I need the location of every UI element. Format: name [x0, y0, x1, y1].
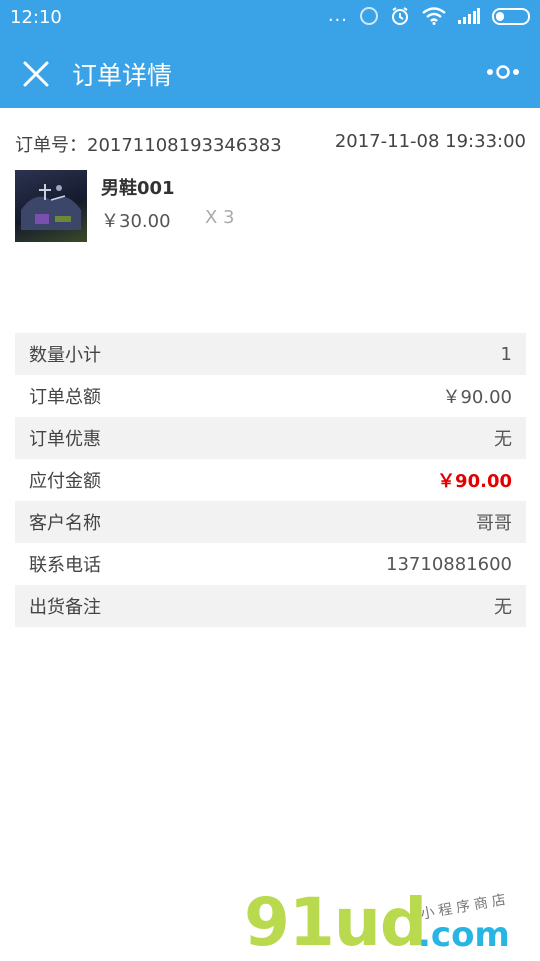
summary-value: ￥90.00: [442, 387, 512, 408]
summary-label: 订单总额: [29, 387, 101, 408]
summary-value: 无: [494, 429, 512, 450]
summary-row-remark: 出货备注 无: [15, 585, 526, 627]
order-number: 订单号：20171108193346383: [15, 135, 282, 156]
summary-row-discount: 订单优惠 无: [15, 417, 526, 459]
product-price: ￥30.00: [101, 211, 171, 232]
status-bar: 12:10 ...: [0, 0, 540, 38]
summary-label: 联系电话: [29, 555, 101, 576]
summary-value: 哥哥: [476, 513, 512, 534]
summary-label: 客户名称: [29, 513, 101, 534]
order-time: 2017-11-08 19:33:00: [334, 131, 526, 152]
order-summary: 数量小计 1 订单总额 ￥90.00 订单优惠 无 应付金额 ￥90.00 客户…: [15, 333, 526, 627]
summary-value: 13710881600: [386, 553, 512, 575]
status-icons: ...: [328, 6, 530, 26]
summary-row-total: 订单总额 ￥90.00: [15, 375, 526, 417]
watermark-domain: .com: [418, 915, 510, 955]
summary-row-customer: 客户名称 哥哥: [15, 501, 526, 543]
summary-row-payable: 应付金额 ￥90.00: [15, 459, 526, 501]
page-title: 订单详情: [72, 61, 173, 90]
summary-value: 1: [500, 343, 512, 365]
summary-label: 订单优惠: [29, 429, 101, 450]
summary-row-quantity: 数量小计 1: [15, 333, 526, 375]
payable-amount: ￥90.00: [437, 471, 512, 492]
product-image[interactable]: [15, 170, 87, 242]
nav-bar: 订单详情: [0, 38, 540, 108]
signal-icon: [458, 8, 480, 24]
status-time: 12:10: [10, 7, 62, 28]
order-header: 订单号：20171108193346383 2017-11-08 19:33:0…: [15, 131, 526, 157]
status-dots: ...: [327, 5, 348, 26]
watermark-logo: 91ud: [244, 884, 427, 961]
battery-icon: [492, 7, 530, 25]
more-icon[interactable]: [484, 62, 522, 82]
product-name: 男鞋001: [101, 178, 175, 199]
close-icon[interactable]: [22, 60, 50, 88]
sync-icon: [360, 7, 378, 25]
wifi-icon: [422, 7, 446, 25]
summary-row-phone: 联系电话 13710881600: [15, 543, 526, 585]
summary-value: 无: [494, 597, 512, 618]
alarm-icon: [392, 7, 408, 25]
summary-label: 应付金额: [29, 471, 101, 492]
summary-label: 出货备注: [29, 597, 101, 618]
summary-label: 数量小计: [29, 345, 101, 366]
product-quantity: X 3: [205, 207, 235, 228]
